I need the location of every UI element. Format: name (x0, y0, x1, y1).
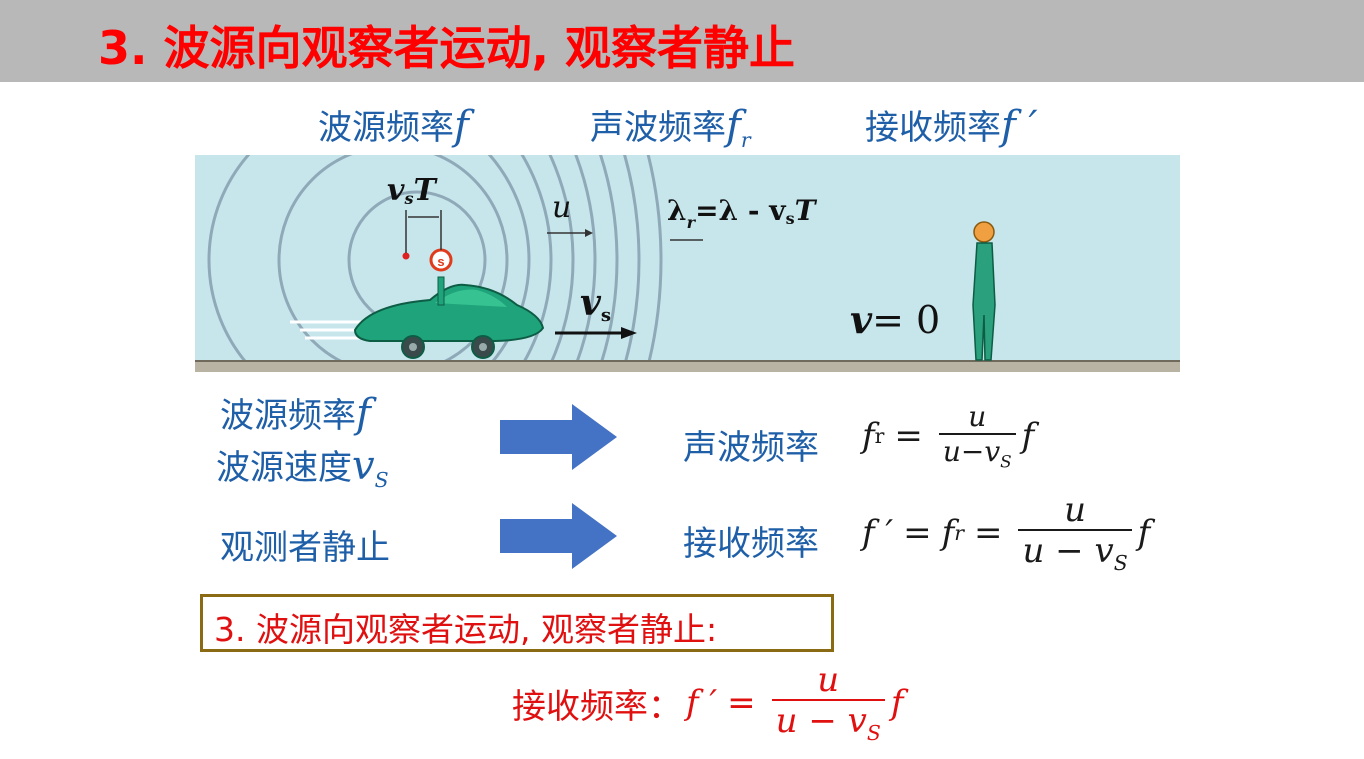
vsT-label: vsT (387, 173, 438, 208)
row2-eq-fprime: f ′ (862, 513, 894, 554)
row1-arrow (500, 404, 617, 470)
row1-source-speed-symbol: v (352, 443, 375, 489)
source-frequency-label: 波源频率f (318, 100, 469, 149)
row2-denominator: u − vS (1018, 529, 1132, 576)
wave-speed-label: u (552, 190, 571, 225)
row1-numerator: u (968, 400, 987, 433)
conclusion-text: 3. 波源向观察者运动, 观察者静止: (214, 610, 718, 649)
wave-frequency-subscript: r (740, 127, 751, 152)
row1-eq-sign: = (894, 416, 923, 457)
row1-equation: fr = u u−vS f (862, 400, 1035, 472)
received-frequency-label: 接收频率f ′ (865, 100, 1038, 149)
row1-eq-tail: f (1021, 416, 1035, 457)
row1-denominator-text: u−v (942, 434, 1001, 468)
row2-equation: f ′ = fr = u u − vS f (862, 490, 1151, 576)
final-fprime: f ′ (686, 683, 718, 724)
row1-source-frequency-symbol: f (356, 391, 371, 437)
wave-frequency-label: 声波频率fr (590, 100, 751, 152)
row1-eq-f-subscript: r (874, 424, 885, 449)
row2-numerator: u (1064, 490, 1087, 530)
final-eq-tail: f (890, 683, 904, 724)
final-equation: 接收频率： f ′ = u u − vS f (512, 660, 904, 746)
row2-eq-tail: f (1137, 513, 1151, 554)
row1-wave-frequency-label: 声波频率 (683, 428, 819, 468)
row1-denominator: u−vS (938, 432, 1016, 472)
row2-eq-sign2: = (973, 513, 1003, 554)
row1-fraction: u u−vS (938, 400, 1016, 472)
row2-denominator-text: u − v (1022, 531, 1114, 572)
row1-source-speed-text: 波源速度 (216, 448, 352, 488)
final-eq-sign: = (727, 683, 756, 724)
row2-fraction: u u − vS (1018, 490, 1132, 576)
row1-denominator-subscript: S (1000, 451, 1012, 472)
previous-source-dot (402, 252, 410, 260)
final-label: 接收频率： (512, 686, 682, 727)
observer-person (972, 221, 996, 361)
row2-arrow (500, 503, 617, 569)
observer-velocity-label: v= 0 (850, 297, 940, 342)
doppler-diagram: s vsT u λr=λ - vsT vs v= 0 (195, 155, 1180, 372)
row2-eq-sign1: = (903, 513, 932, 554)
row2-eq-fr-subscript: r (954, 521, 964, 546)
received-frequency-symbol: f ′ (1001, 103, 1038, 149)
row2-received-frequency-label: 接收频率 (683, 524, 819, 564)
row1-source-frequency: 波源频率f (220, 388, 371, 437)
source-marker-label: s (437, 254, 444, 269)
wave-frequency-symbol: f (726, 103, 741, 149)
slide-title: 3. 波源向观察者运动, 观察者静止 (98, 21, 795, 75)
final-fraction: u u − vS (771, 660, 885, 746)
row2-denominator-subscript: S (1113, 551, 1128, 576)
received-frequency-text: 接收频率 (865, 108, 1001, 148)
row2-eq-fr: f (941, 513, 955, 554)
row1-source-frequency-text: 波源频率 (220, 396, 356, 436)
source-frequency-symbol: f (454, 103, 469, 149)
row1-source-speed: 波源速度vS (216, 440, 389, 492)
row2-observer-static: 观测者静止 (220, 528, 390, 568)
row1-eq-f: f (862, 416, 875, 457)
final-denominator: u − vS (771, 699, 885, 746)
final-denominator-text: u − v (775, 701, 867, 742)
row1-source-speed-subscript: S (374, 467, 389, 492)
wave-frequency-text: 声波频率 (590, 108, 726, 148)
source-frequency-text: 波源频率 (318, 108, 454, 148)
final-denominator-subscript: S (866, 721, 881, 746)
final-numerator: u (817, 660, 840, 700)
